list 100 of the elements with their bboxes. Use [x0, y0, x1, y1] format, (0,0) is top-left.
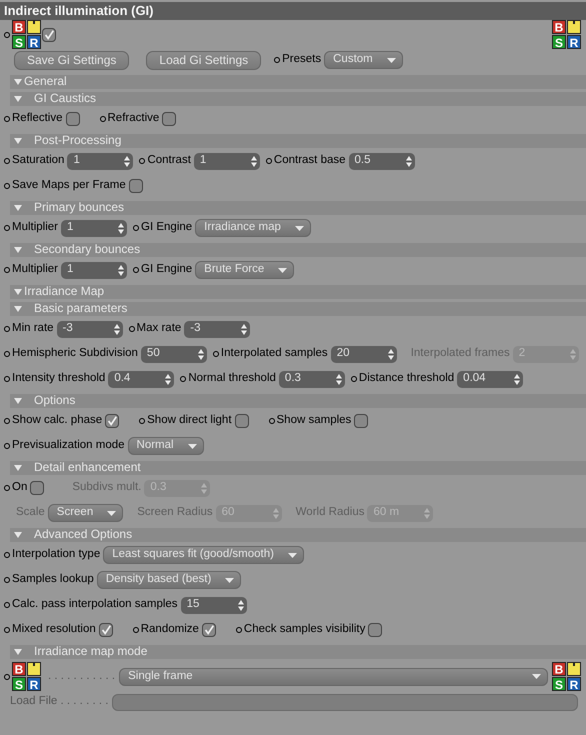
field-label: Saturation	[12, 154, 64, 168]
field-label: GI Engine	[141, 263, 192, 277]
section-header[interactable]: Detail enhancement	[10, 460, 586, 475]
bsr-tag-icons: B S R	[552, 662, 582, 692]
field-label: Save Maps per Frame	[12, 179, 126, 193]
field-label: Load File . . . . . . . .	[10, 695, 108, 709]
check-icon	[100, 624, 112, 636]
field-label: Presets	[282, 53, 322, 67]
field-label: Multiplier	[12, 221, 58, 235]
bsr-tag-icons: B S R	[12, 662, 42, 692]
number-field[interactable]: 1	[67, 152, 134, 170]
number-field[interactable]: 50	[140, 346, 207, 363]
number-field[interactable]: 0.5	[348, 152, 415, 170]
number-field[interactable]: -3	[184, 320, 250, 338]
animation-dot-icon	[4, 674, 10, 680]
section-header[interactable]: Irradiance map mode	[10, 644, 586, 659]
field-label: Hemispheric Subdivision	[12, 347, 138, 361]
spinner-arrows-icon	[165, 374, 172, 385]
checkbox[interactable]	[202, 623, 216, 638]
number-field[interactable]: 0.3	[278, 370, 345, 388]
spinner-arrows-icon	[272, 508, 279, 519]
caret-icon	[386, 58, 396, 63]
settings-button[interactable]: Load Gi Settings	[146, 50, 262, 70]
checkbox[interactable]	[98, 623, 113, 638]
number-field[interactable]: 0.04	[457, 370, 524, 388]
field-label: Show direct light	[147, 414, 232, 428]
field-label: Previsualization mode	[12, 439, 125, 453]
field-label: Distance threshold	[358, 372, 454, 386]
settings-button[interactable]: Save Gi Settings	[14, 50, 130, 70]
checkbox[interactable]	[42, 28, 56, 42]
section-header[interactable]: GI Caustics	[10, 92, 586, 106]
field-label: Mixed resolution	[12, 623, 96, 637]
field-label: Reflective	[12, 112, 62, 126]
spinner-arrows-icon	[336, 374, 342, 385]
number-field[interactable]: 1	[194, 152, 260, 170]
dropdown[interactable]: Normal	[128, 437, 204, 456]
dropdown[interactable]: Least squares fit (good/smooth)	[103, 546, 304, 564]
dropdown[interactable]: Brute Force	[195, 261, 294, 280]
checkbox[interactable]	[66, 112, 80, 126]
number-field[interactable]: -3	[56, 320, 123, 338]
animation-dot-icon	[4, 32, 10, 38]
field-label: Subdivs mult.	[72, 481, 142, 495]
checkbox[interactable]	[30, 481, 44, 496]
section-header[interactable]: Options	[10, 394, 586, 408]
field-label: On	[12, 481, 28, 495]
caret-icon	[225, 578, 234, 583]
field-label: Calc. pass interpolation samples	[12, 598, 178, 612]
checkbox[interactable]	[105, 414, 120, 428]
field-label: Multiplier	[12, 263, 58, 277]
field-label: Interpolated samples	[220, 347, 328, 361]
number-field[interactable]: 1	[61, 262, 128, 279]
checkbox[interactable]	[234, 414, 249, 428]
spinner-arrows-icon	[424, 508, 430, 519]
caret-icon	[288, 552, 297, 558]
field-label: Refractive	[108, 112, 160, 126]
dropdown[interactable]: Irradiance map	[195, 219, 311, 238]
section-header[interactable]: Advanced Options	[10, 528, 586, 542]
field-label: Normal threshold	[188, 372, 276, 386]
field-label: GI Engine	[141, 221, 192, 235]
spinner-arrows-icon	[570, 348, 576, 360]
number-field[interactable]: 15	[180, 596, 247, 614]
number-field[interactable]: 0.4	[108, 370, 174, 388]
check-icon	[43, 28, 55, 41]
dropdown[interactable]: Single frame	[119, 668, 548, 686]
field-label: Show samples	[276, 414, 352, 428]
field-label: Min rate	[12, 322, 54, 336]
field-label: Randomize	[140, 623, 199, 637]
field-label: . . . . . . . . . . .	[48, 670, 116, 684]
caret-icon	[107, 510, 116, 516]
spinner-arrows-icon	[201, 482, 208, 494]
checkbox[interactable]	[128, 179, 143, 194]
section-header[interactable]: Secondary bounces	[10, 242, 586, 257]
spinner-arrows-icon	[118, 222, 124, 234]
field-label: Samples lookup	[12, 573, 94, 587]
bsr-tag-icons: B S R	[12, 20, 42, 50]
number-field[interactable]: 1	[61, 220, 128, 237]
spinner-arrows-icon	[198, 348, 204, 360]
dropdown[interactable]: Custom	[324, 51, 403, 70]
checkbox[interactable]	[354, 414, 368, 428]
spinner-arrows-icon	[124, 156, 130, 167]
field-label: Contrast base	[274, 154, 346, 168]
field-label: Intensity threshold	[12, 372, 106, 386]
file-path-field[interactable]	[112, 694, 578, 711]
section-header[interactable]: General	[10, 74, 586, 89]
caret-icon	[294, 226, 304, 231]
spinner-arrows-icon	[114, 324, 120, 335]
check-icon	[202, 624, 215, 636]
spinner-arrows-icon	[238, 600, 244, 611]
checkbox[interactable]	[368, 623, 382, 638]
dropdown[interactable]: Density based (best)	[96, 571, 242, 590]
number-field[interactable]: 20	[330, 346, 397, 363]
checkbox[interactable]	[162, 112, 176, 126]
field-label: Interpolated frames	[410, 347, 510, 361]
section-header[interactable]: Basic parameters	[10, 302, 586, 316]
spinner-arrows-icon	[388, 348, 394, 360]
dropdown[interactable]: Screen	[48, 504, 124, 522]
spinner-arrows-icon	[241, 324, 248, 335]
section-header[interactable]: Post-Processing	[10, 134, 586, 148]
section-header[interactable]: Irradiance Map	[10, 284, 586, 299]
section-header[interactable]: Primary bounces	[10, 200, 586, 215]
